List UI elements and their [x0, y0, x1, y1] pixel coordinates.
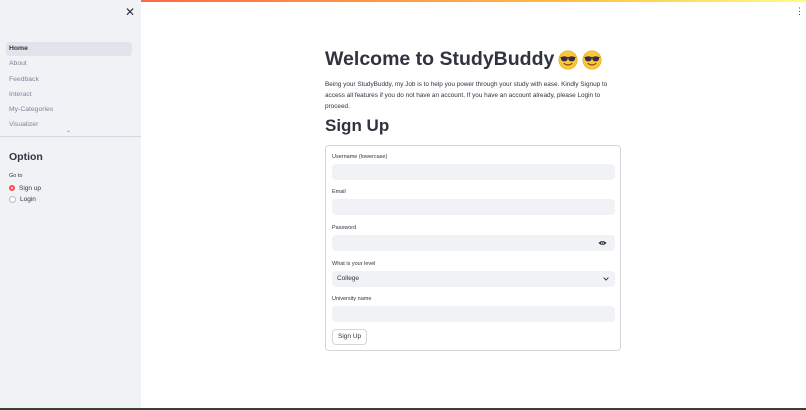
email-label: Email — [332, 189, 346, 195]
password-input[interactable] — [332, 235, 615, 251]
sidebar: ✕ Home About Feedback Interact My-Catego… — [0, 0, 141, 408]
password-field — [332, 235, 615, 251]
radio-sign-up[interactable]: Sign up — [9, 183, 41, 193]
page-title: Welcome to StudyBuddy — [325, 48, 602, 71]
sidebar-item-feedback[interactable]: Feedback — [6, 73, 132, 87]
sunglasses-face-icon — [582, 50, 602, 69]
email-input[interactable] — [332, 199, 615, 215]
signup-heading: Sign Up — [325, 116, 390, 135]
university-input[interactable] — [332, 306, 615, 322]
radio-unchecked-icon[interactable] — [9, 195, 16, 203]
username-input[interactable] — [332, 164, 615, 180]
level-select[interactable]: College — [332, 271, 615, 287]
level-label: What is your level — [332, 261, 376, 267]
sign-up-button[interactable]: Sign Up — [332, 329, 368, 345]
sidebar-divider — [0, 136, 141, 137]
intro-text: Being your StudyBuddy, my Job is to help… — [325, 81, 608, 110]
eye-icon[interactable] — [598, 240, 607, 246]
radio-label: Sign up — [19, 184, 42, 192]
sidebar-item-my-categories[interactable]: My-Categories — [6, 103, 132, 117]
sidebar-nav: Home About Feedback Interact My-Categori… — [6, 42, 132, 134]
university-label: University name — [332, 296, 372, 302]
option-title: Option — [9, 151, 43, 163]
close-icon[interactable]: ✕ — [124, 5, 136, 19]
radio-checked-icon[interactable] — [9, 185, 15, 191]
username-label: Username (lowercase) — [332, 154, 388, 160]
page-title-text: Welcome to StudyBuddy — [325, 48, 555, 70]
sidebar-item-interact[interactable]: Interact — [6, 88, 132, 102]
chevron-down-icon — [603, 277, 609, 281]
radio-label: Login — [20, 195, 36, 203]
sidebar-item-home[interactable]: Home — [6, 42, 132, 56]
sunglasses-face-icon — [558, 50, 578, 69]
password-label: Password — [332, 225, 357, 231]
goto-label: Go to — [9, 173, 23, 179]
signup-form: Username (lowercase) Email Password What… — [325, 145, 621, 351]
sidebar-item-about[interactable]: About — [6, 57, 132, 71]
radio-login[interactable]: Login — [9, 194, 36, 204]
level-selected-value: College — [337, 275, 360, 282]
more-vertical-icon[interactable]: ⋮ — [795, 5, 804, 17]
nav-expand-chevron-icon[interactable]: ⌄ — [66, 127, 71, 134]
